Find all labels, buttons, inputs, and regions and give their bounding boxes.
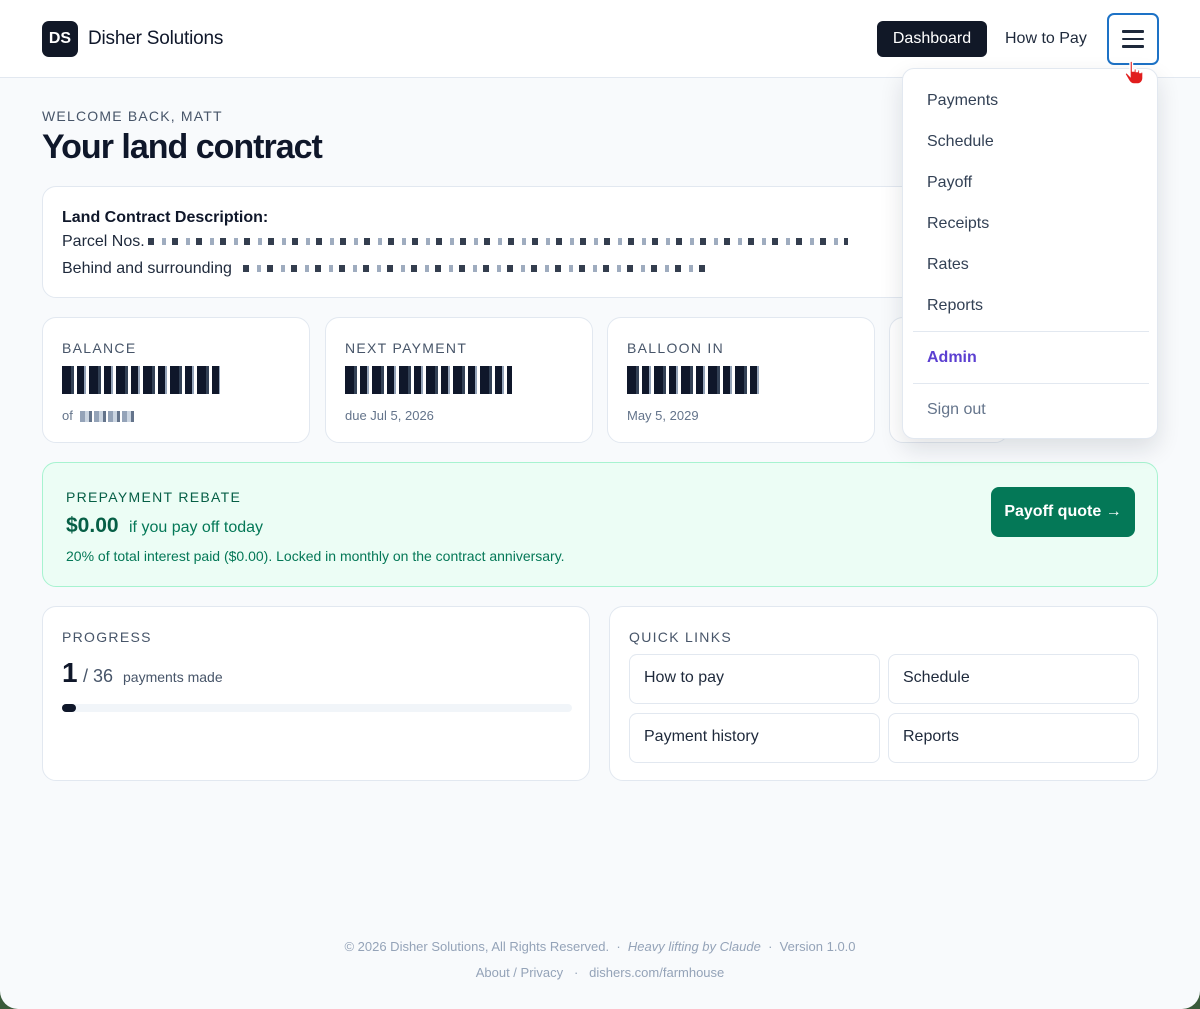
balance-value-redacted [62,366,220,396]
menu-divider [913,331,1149,332]
welcome-text: WELCOME BACK, MATT [42,108,223,124]
quick-links-label: QUICK LINKS [629,629,732,645]
footer-copyright: © 2026 Disher Solutions, All Rights Rese… [344,939,610,954]
next-payment-value-redacted [345,366,512,396]
payments-made-count: 1 [62,657,78,688]
balloon-label: BALLOON IN [627,340,725,356]
page-title: Your land contract [42,128,323,166]
next-payment-label: NEXT PAYMENT [345,340,468,356]
menu-toggle-button[interactable] [1107,13,1159,65]
brand-name[interactable]: Disher Solutions [88,28,223,50]
prepayment-rebate-card: PREPAYMENT REBATE $0.00 if you pay off t… [42,462,1158,587]
payoff-quote-button[interactable]: Payoff quote → [991,487,1135,537]
rebate-amount-note: if you pay off today [129,519,264,536]
quick-link-how-to-pay[interactable]: How to pay [629,654,880,704]
balloon-date: May 5, 2029 [627,408,699,423]
footer-version: Version 1.0.0 [779,939,856,954]
next-payment-card: NEXT PAYMENT due Jul 5, 2026 [325,317,593,443]
top-header: DS Disher Solutions Dashboard How to Pay [0,0,1200,78]
redacted-surrounding-text [243,265,713,272]
balance-total-redacted [80,411,136,423]
quick-link-reports[interactable]: Reports [888,713,1139,763]
payments-made-note: payments made [123,669,223,685]
menu-item-receipts[interactable]: Receipts [927,215,989,233]
menu-divider [913,383,1149,384]
footer-links-line: About / Privacy · dishers.com/farmhouse [475,965,725,980]
footer-credit: Heavy lifting by Claude [627,939,761,954]
nav-dropdown-menu: Payments Schedule Payoff Receipts Rates … [902,68,1158,439]
balance-sub: of [62,408,136,423]
menu-item-sign-out[interactable]: Sign out [927,401,986,419]
quick-link-payment-history[interactable]: Payment history [629,713,880,763]
menu-item-payoff[interactable]: Payoff [927,174,972,192]
balloon-value-redacted [627,366,759,396]
parcel-line: Parcel Nos. [62,233,145,250]
logo[interactable]: DS [42,21,78,57]
app-window: DS Disher Solutions Dashboard How to Pay… [0,0,1200,1009]
menu-icon [1122,30,1144,33]
rebate-label: PREPAYMENT REBATE [66,489,242,505]
progress-bar-track [62,704,572,712]
surrounding-line: Behind and surrounding [62,260,232,277]
footer-copyright-line: © 2026 Disher Solutions, All Rights Rese… [344,939,856,954]
menu-item-schedule[interactable]: Schedule [927,133,994,151]
description-label: Land Contract Description: [62,209,269,226]
nav-dashboard-button[interactable]: Dashboard [877,21,987,57]
menu-item-payments[interactable]: Payments [927,92,998,110]
pointer-cursor-icon [1124,60,1144,85]
next-payment-due: due Jul 5, 2026 [345,408,434,423]
progress-bar-fill [62,704,76,712]
progress-card: PROGRESS 1 / 36 payments made [42,606,590,781]
footer-domain-link[interactable]: dishers.com/farmhouse [589,965,724,980]
balloon-card: BALLOON IN May 5, 2029 [607,317,875,443]
quick-link-schedule[interactable]: Schedule [888,654,1139,704]
balance-card: BALANCE of [42,317,310,443]
nav-how-to-pay-link[interactable]: How to Pay [1005,30,1087,48]
redacted-parcel-text [148,238,848,245]
menu-item-reports[interactable]: Reports [927,297,983,315]
rebate-amount: $0.00 [66,514,119,537]
balance-label: BALANCE [62,340,137,356]
rebate-footnote: 20% of total interest paid ($0.00). Lock… [66,548,565,564]
menu-item-admin[interactable]: Admin [927,349,977,367]
quick-links-card: QUICK LINKS How to pay Schedule Payment … [609,606,1158,781]
footer-about-privacy-link[interactable]: About / Privacy [476,965,563,980]
payments-total: / 36 [83,666,114,686]
progress-label: PROGRESS [62,629,152,645]
menu-item-rates[interactable]: Rates [927,256,969,274]
